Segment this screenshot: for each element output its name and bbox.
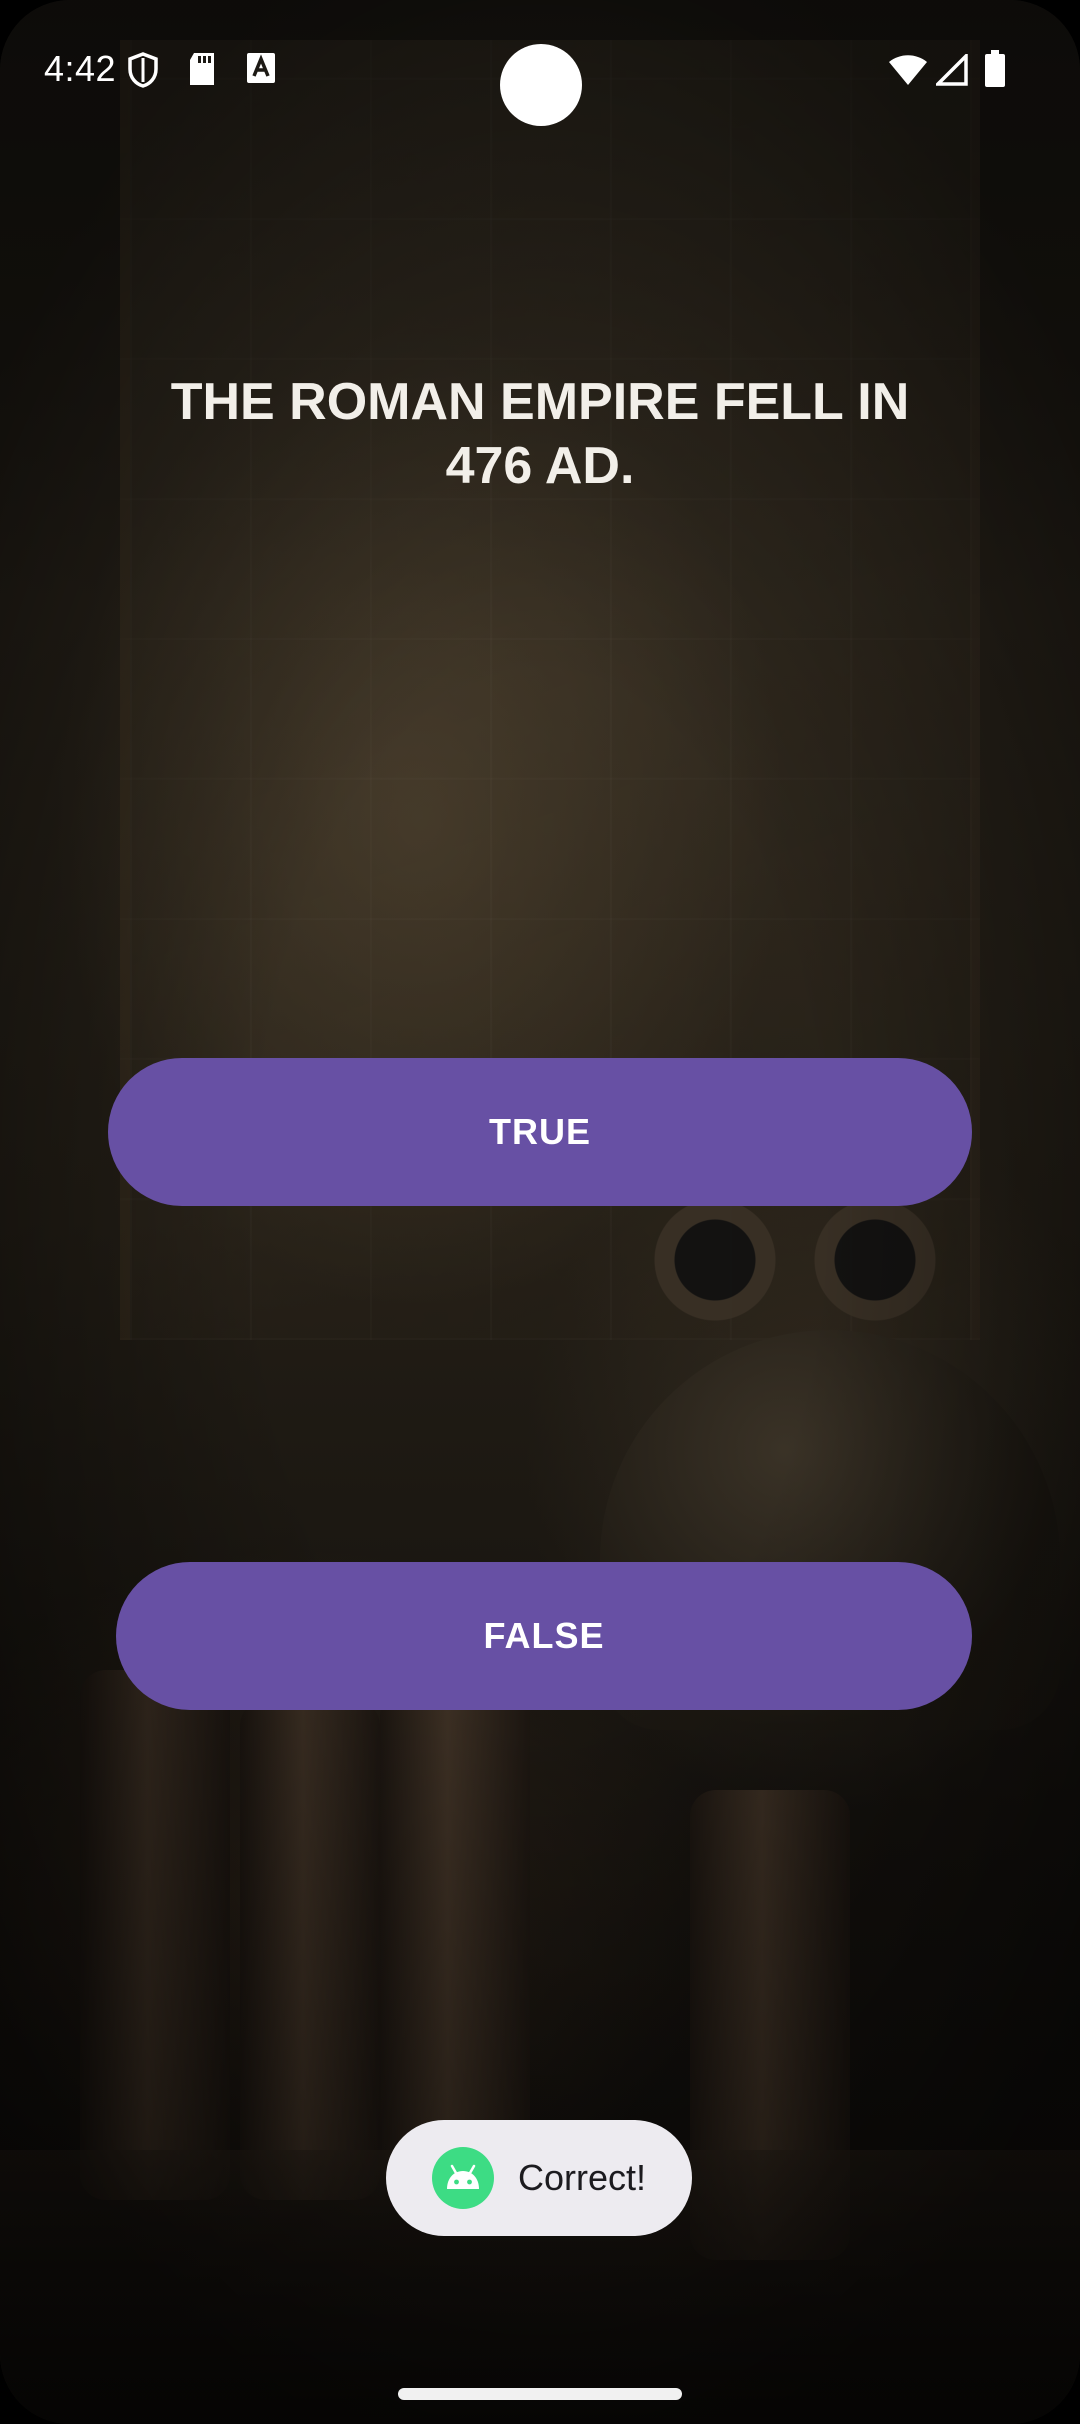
shield-icon: [128, 52, 158, 93]
cell-signal-icon: [933, 51, 968, 91]
background-vignette: [0, 0, 1080, 2424]
false-button[interactable]: FALSE: [116, 1562, 972, 1710]
toast: Correct!: [386, 2120, 692, 2236]
toast-message: Correct!: [518, 2157, 647, 2198]
wifi-icon: [888, 54, 928, 91]
battery-icon: [984, 50, 1006, 93]
camera-cutout: [500, 44, 582, 126]
true-button[interactable]: TRUE: [108, 1058, 972, 1206]
gesture-navigation-bar[interactable]: [398, 2388, 682, 2400]
font-a-icon: [246, 52, 276, 89]
status-bar: 4:42: [0, 0, 1080, 140]
question-text: THE ROMAN EMPIRE FELL IN 476 AD.: [170, 373, 910, 495]
status-time: 4:42: [44, 48, 117, 89]
quiz-screen: 4:42 THE ROMAN EMPIRE FELL IN 476 AD. TR…: [0, 0, 1080, 2424]
sd-card-icon: [188, 52, 216, 91]
android-icon: [432, 2147, 494, 2209]
